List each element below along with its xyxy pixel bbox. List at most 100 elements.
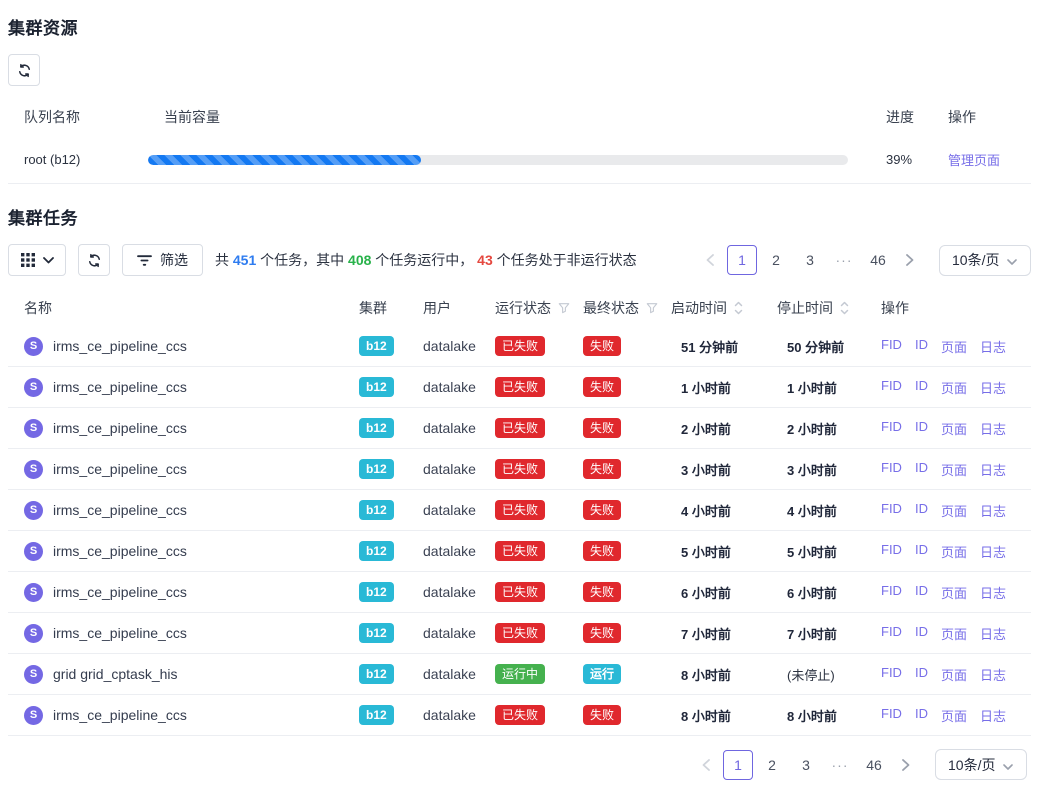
avatar: S [24, 583, 43, 602]
table-row: S irms_ce_pipeline_ccs b12 datalake 已失败 … [8, 695, 1031, 736]
prev-page-button[interactable] [693, 750, 719, 780]
row-action-link[interactable]: 页面 [941, 624, 967, 643]
task-user: datalake [423, 379, 495, 395]
row-action-link[interactable]: ID [915, 337, 928, 356]
cluster-badge: b12 [359, 541, 394, 561]
sort-icon[interactable] [840, 301, 849, 315]
row-action-link[interactable]: ID [915, 583, 928, 602]
tasks-table-body: S irms_ce_pipeline_ccs b12 datalake 已失败 … [8, 326, 1031, 736]
next-page-button[interactable] [893, 750, 919, 780]
row-action-link[interactable]: 日志 [980, 665, 1006, 684]
cluster-badge: b12 [359, 377, 394, 397]
row-action-link[interactable]: FID [881, 460, 902, 479]
page-number[interactable]: 3 [791, 750, 821, 780]
row-action-link[interactable]: FID [881, 624, 902, 643]
task-name-cell: S irms_ce_pipeline_ccs [8, 419, 359, 438]
row-action-link[interactable]: 页面 [941, 378, 967, 397]
layout-dropdown-button[interactable] [8, 244, 66, 276]
row-action-link[interactable]: 日志 [980, 378, 1006, 397]
page-size-select[interactable]: 10条/页 [939, 245, 1031, 276]
cluster-badge: b12 [359, 705, 394, 725]
row-action-link[interactable]: FID [881, 378, 902, 397]
final-status-badge: 失败 [583, 623, 621, 643]
prev-page-button[interactable] [697, 245, 723, 275]
row-action-link[interactable]: FID [881, 665, 902, 684]
page-number[interactable]: 46 [859, 750, 889, 780]
run-status-badge: 已失败 [495, 459, 545, 479]
row-action-link[interactable]: 页面 [941, 706, 967, 725]
row-action-link[interactable]: 页面 [941, 501, 967, 520]
table-row: S irms_ce_pipeline_ccs b12 datalake 已失败 … [8, 367, 1031, 408]
row-actions: FID ID 页面日志 [881, 378, 1031, 397]
avatar: S [24, 501, 43, 520]
col-final-status: 最终状态 [583, 298, 671, 318]
resources-refresh-button[interactable] [8, 54, 40, 86]
row-action-link[interactable]: FID [881, 419, 902, 438]
row-action-link[interactable]: ID [915, 501, 928, 520]
stop-time: 4 小时前 [777, 501, 881, 520]
row-action-link[interactable]: ID [915, 706, 928, 725]
page-number[interactable]: 2 [757, 750, 787, 780]
progress-bar [148, 155, 848, 165]
row-action-link[interactable]: FID [881, 501, 902, 520]
page-size-select[interactable]: 10条/页 [935, 749, 1027, 780]
row-action-link[interactable]: 页面 [941, 665, 967, 684]
row-action-link[interactable]: 日志 [980, 583, 1006, 602]
filter-funnel-icon[interactable] [646, 302, 658, 314]
task-name: irms_ce_pipeline_ccs [53, 584, 187, 600]
row-action-link[interactable]: 页面 [941, 419, 967, 438]
row-action-link[interactable]: ID [915, 419, 928, 438]
row-action-link[interactable]: 日志 [980, 706, 1006, 725]
cluster-badge: b12 [359, 623, 394, 643]
row-actions: FID ID 页面日志 [881, 624, 1031, 643]
row-action-link[interactable]: 日志 [980, 501, 1006, 520]
task-user: datalake [423, 543, 495, 559]
row-action-link[interactable]: FID [881, 583, 902, 602]
row-action-link[interactable]: 页面 [941, 583, 967, 602]
page-number[interactable]: 2 [761, 245, 791, 275]
final-status-badge: 运行 [583, 664, 621, 684]
chevron-down-icon [1007, 252, 1017, 268]
row-action-link[interactable]: ID [915, 624, 928, 643]
filter-button[interactable]: 筛选 [122, 244, 203, 276]
not-running-count: 43 [477, 252, 493, 268]
page-number[interactable]: 3 [795, 245, 825, 275]
manage-page-link[interactable]: 管理页面 [948, 153, 1000, 168]
row-action-link[interactable]: FID [881, 706, 902, 725]
row-action-link[interactable]: 页面 [941, 542, 967, 561]
resource-row: root (b12) 39% 管理页面 [8, 136, 1031, 184]
row-action-link[interactable]: 日志 [980, 419, 1006, 438]
page-number[interactable]: 1 [723, 750, 753, 780]
row-action-link[interactable]: 日志 [980, 460, 1006, 479]
row-action-link[interactable]: 日志 [980, 337, 1006, 356]
row-action-link[interactable]: ID [915, 378, 928, 397]
row-action-link[interactable]: ID [915, 542, 928, 561]
tasks-refresh-button[interactable] [78, 244, 110, 276]
col-run-status: 运行状态 [495, 298, 583, 318]
task-name: irms_ce_pipeline_ccs [53, 461, 187, 477]
row-action-link[interactable]: 日志 [980, 542, 1006, 561]
row-actions: FID ID 页面日志 [881, 706, 1031, 725]
filter-funnel-icon[interactable] [558, 302, 570, 314]
row-action-link[interactable]: FID [881, 542, 902, 561]
run-status-badge: 已失败 [495, 582, 545, 602]
page-number[interactable]: 1 [727, 245, 757, 275]
task-name: grid grid_cptask_his [53, 666, 178, 682]
row-action-link[interactable]: 日志 [980, 624, 1006, 643]
final-status-badge: 失败 [583, 418, 621, 438]
row-action-link[interactable]: 页面 [941, 337, 967, 356]
sort-icon[interactable] [734, 301, 743, 315]
next-page-button[interactable] [897, 245, 923, 275]
row-action-link[interactable]: 页面 [941, 460, 967, 479]
page: 集群资源 队列名称 当前容量 进度 操作 root (b12) 39% 管理页面 [0, 0, 1039, 790]
page-number[interactable]: 46 [863, 245, 893, 275]
run-status-badge: 已失败 [495, 541, 545, 561]
cluster-badge: b12 [359, 418, 394, 438]
row-action-link[interactable]: ID [915, 460, 928, 479]
row-action-link[interactable]: ID [915, 665, 928, 684]
row-actions: FID ID 页面日志 [881, 419, 1031, 438]
task-name-cell: S irms_ce_pipeline_ccs [8, 583, 359, 602]
row-action-link[interactable]: FID [881, 337, 902, 356]
resources-table: 队列名称 当前容量 进度 操作 root (b12) 39% 管理页面 [8, 98, 1031, 184]
stop-time: 1 小时前 [777, 378, 881, 397]
